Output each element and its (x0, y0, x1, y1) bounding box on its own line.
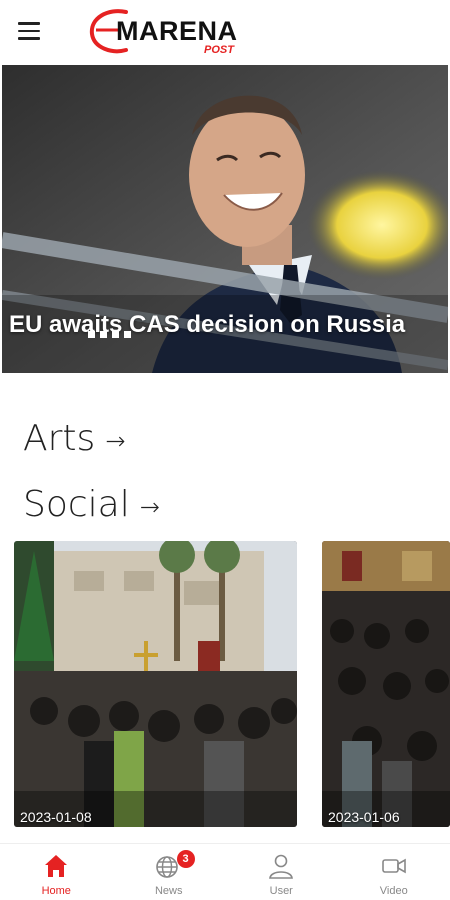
card-photo (322, 541, 450, 827)
logo-sub-text: POST (204, 44, 234, 56)
hamburger-menu-icon[interactable] (18, 22, 42, 42)
nav-news[interactable]: 3 News (113, 844, 226, 900)
nav-home[interactable]: Home (0, 844, 113, 900)
news-badge: 3 (176, 850, 195, 868)
video-icon (381, 858, 406, 874)
carousel-dot[interactable] (88, 331, 95, 338)
hero-story[interactable]: EU awaits CAS decision on Russia (2, 65, 448, 373)
carousel-dot[interactable] (100, 331, 107, 338)
carousel-indicator (88, 331, 131, 338)
app-header: MARENA POST (0, 0, 450, 64)
social-card[interactable]: 2023-01-08 (14, 541, 297, 827)
card-photo (14, 541, 297, 827)
section-link-social[interactable]: Social → (23, 484, 160, 525)
hero-headline[interactable]: EU awaits CAS decision on Russia (9, 309, 429, 341)
user-icon (269, 854, 294, 879)
nav-user[interactable]: User (225, 844, 338, 900)
nav-label: Home (41, 885, 71, 897)
card-date: 2023-01-08 (20, 809, 92, 825)
carousel-dot[interactable] (124, 331, 131, 338)
carousel-dot[interactable] (112, 331, 119, 338)
nav-label: User (269, 885, 293, 897)
arrow-right-icon: → (105, 426, 126, 455)
nav-video[interactable]: Video (338, 844, 450, 900)
section-title: Social (23, 484, 130, 525)
marena-post-logo[interactable]: MARENA POST (86, 6, 266, 58)
nav-label: Video (379, 885, 408, 897)
social-card[interactable]: 2023-01-06 (322, 541, 450, 827)
card-date: 2023-01-06 (328, 809, 400, 825)
arrow-right-icon: → (139, 492, 160, 521)
logo-main-text: MARENA (116, 16, 238, 46)
nav-label: News (154, 885, 183, 897)
section-link-arts[interactable]: Arts → (23, 418, 125, 459)
bottom-navigation: Home 3 News User Video (0, 843, 450, 900)
section-title: Arts (23, 418, 96, 459)
home-icon (45, 855, 68, 877)
